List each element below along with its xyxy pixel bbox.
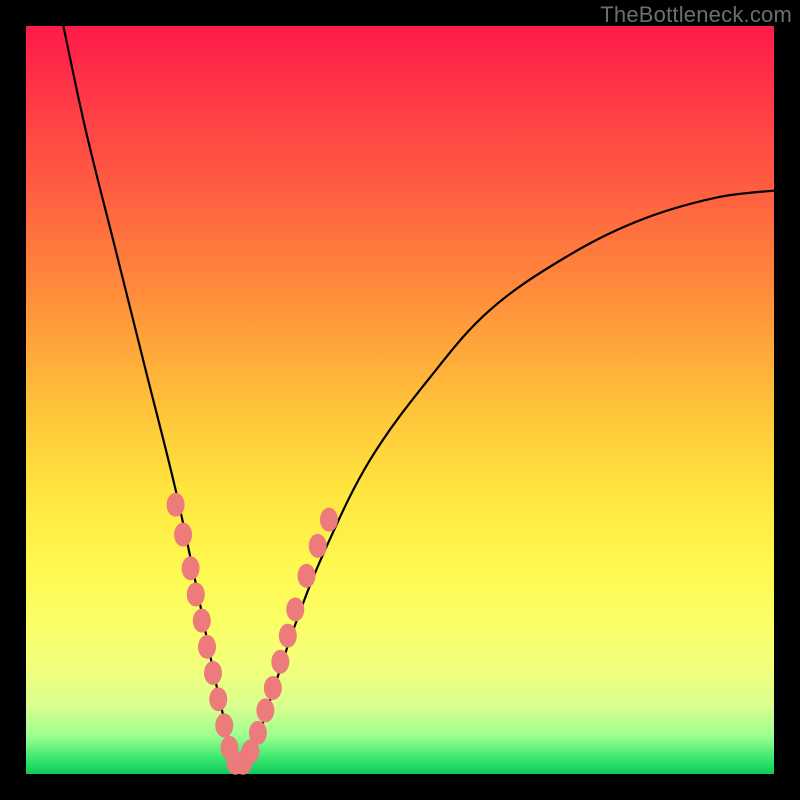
marker-point [193,609,211,633]
marker-point [298,564,316,588]
marker-point [271,650,289,674]
marker-point [264,676,282,700]
marker-point [286,597,304,621]
marker-point [198,635,216,659]
marker-point [309,534,327,558]
marker-point [204,661,222,685]
marker-point [167,493,185,517]
marker-point [320,508,338,532]
marker-group [167,493,338,775]
marker-point [209,687,227,711]
chart-overlay [26,26,774,774]
bottleneck-curve [63,26,774,771]
marker-point [215,713,233,737]
marker-point [256,698,274,722]
marker-point [279,624,297,648]
watermark-text: TheBottleneck.com [600,2,792,28]
marker-point [174,523,192,547]
marker-point [182,556,200,580]
chart-frame: TheBottleneck.com [0,0,800,800]
marker-point [187,582,205,606]
marker-point [249,721,267,745]
